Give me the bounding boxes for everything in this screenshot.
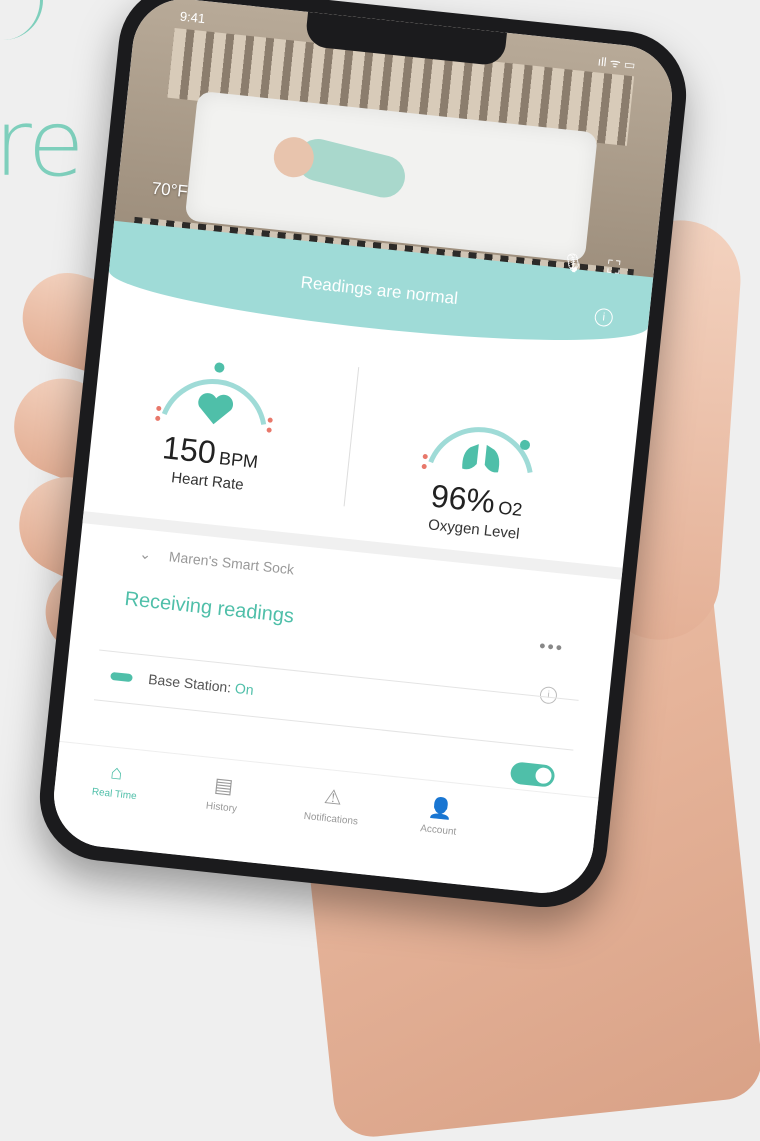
oxygen-card[interactable]: 96%O2 Oxygen Level (354, 380, 608, 550)
warning-icon: ⚠ (322, 785, 344, 810)
tab-history[interactable]: ▤ History (171, 768, 275, 818)
tab-label: Notifications (303, 810, 359, 828)
tab-account[interactable]: 👤 Account (388, 791, 492, 841)
heart-icon (198, 393, 233, 425)
home-icon: ⌂ (109, 761, 124, 785)
background-decoration (0, 0, 43, 40)
lungs-icon (462, 444, 500, 473)
device-name: Maren's Smart Sock (168, 548, 295, 578)
heart-rate-card[interactable]: 150BPM Heart Rate (87, 332, 341, 502)
device-status: Receiving readings (123, 587, 296, 628)
room-temperature: 70°F (150, 178, 189, 202)
history-icon: ▤ (213, 774, 235, 799)
phone-screen: 9:41 ıll ᯤ ▭ 70°F 🎙 ⛶ Readings are norma… (48, 0, 678, 898)
more-options-icon[interactable]: ••• (538, 636, 565, 659)
tab-label: Real Time (91, 786, 138, 803)
phone: 9:41 ıll ᯤ ▭ 70°F 🎙 ⛶ Readings are norma… (33, 0, 693, 914)
status-time: 9:41 (179, 8, 206, 27)
account-icon: 👤 (426, 796, 455, 822)
device-selector[interactable]: ⌄ Maren's Smart Sock (139, 545, 295, 578)
background-text: re (0, 90, 84, 197)
mic-icon[interactable]: 🎙 (560, 252, 585, 275)
tab-real-time[interactable]: ⌂ Real Time (64, 757, 167, 805)
base-station-status: On (234, 679, 255, 698)
heart-rate-unit: BPM (218, 448, 259, 473)
oxygen-unit: O2 (497, 497, 524, 520)
tab-notifications[interactable]: ⚠ Notifications (281, 780, 385, 830)
heart-rate-value: 150 (160, 429, 218, 471)
tab-label: History (205, 800, 238, 815)
fullscreen-icon[interactable]: ⛶ (606, 257, 621, 279)
base-station-icon (110, 672, 133, 683)
oxygen-value: 96% (429, 477, 497, 520)
base-station-row: Base Station: On (110, 667, 255, 698)
row-divider (93, 699, 574, 751)
tab-label: Account (419, 823, 457, 838)
chevron-down-icon: ⌄ (138, 545, 153, 563)
notifications-toggle[interactable] (509, 761, 556, 788)
oxygen-gauge (421, 427, 533, 474)
base-station-label: Base Station: (147, 670, 233, 696)
heart-rate-gauge (155, 362, 273, 433)
